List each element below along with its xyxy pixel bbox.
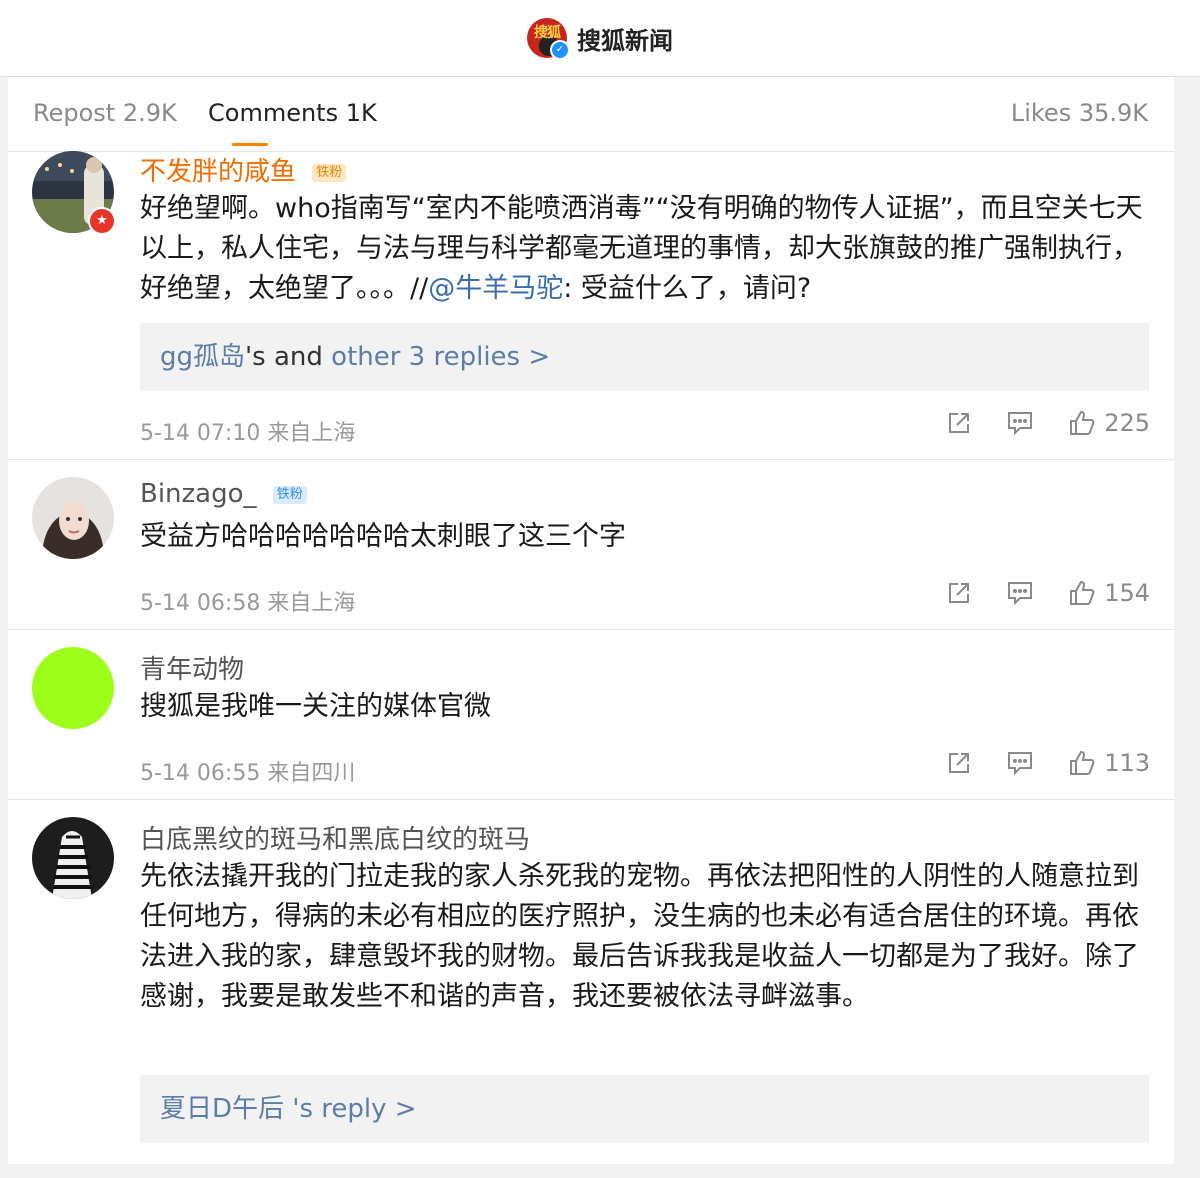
replies-preview[interactable]: 夏日D午后 's reply > [140,1075,1149,1143]
comment-time: 5-14 07:10 [140,421,261,446]
verified-icon: ✓ [550,40,570,60]
brand[interactable]: 搜狐 ✓ 搜狐新闻 [527,18,673,60]
share-button[interactable] [946,750,972,776]
like-count: 225 [1104,409,1150,437]
avatar[interactable] [32,817,114,899]
top-bar: 搜狐 ✓ 搜狐新闻 [0,0,1200,77]
comment-location: 来自上海 [267,591,356,616]
share-icon [949,753,970,773]
username-text: 不发胖的咸鱼 [140,157,297,187]
verified-badge-icon: ★ [88,207,116,235]
reply-link[interactable]: other 3 replies > [331,342,550,372]
fan-badge: 铁粉 [272,486,307,504]
tab-repost[interactable]: Repost 2.9K [33,99,177,127]
tab-comments[interactable]: Comments 1K [208,99,377,127]
brand-title: 搜狐新闻 [577,26,673,55]
comment-time: 5-14 06:58 [140,591,261,616]
username-text: Binzago_ [140,479,257,509]
comment-username[interactable]: 青年动物 [140,649,244,686]
scrollbar-track[interactable] [1174,77,1200,1164]
mention-link[interactable]: @牛羊马驼 [428,273,563,304]
like-button[interactable]: 154 [1068,579,1150,607]
share-icon [949,583,970,603]
comment-body-after: : 受益什么了，请问? [563,273,812,304]
share-icon [949,413,970,433]
tab-likes[interactable]: Likes 35.9K [1011,99,1148,127]
comment-icon [1008,582,1033,606]
like-icon [1070,410,1095,435]
comment-username[interactable]: 白底黑纹的斑马和黑底白纹的斑马 [140,819,530,856]
comment-button[interactable] [1006,750,1034,776]
comment-item: 青年动物 搜狐是我唯一关注的媒体官微 5-14 06:55 来自四川 113 [8,629,1174,800]
avatar[interactable] [32,477,114,559]
like-count: 154 [1104,579,1150,607]
comment-text: 搜狐是我唯一关注的媒体官微 [140,691,491,722]
comment-text: 好绝望啊。who指南写“室内不能喷洒消毒”“没有明确的物传人证据”，而且空关七天… [140,189,1150,309]
reply-mid: 's and [245,342,332,372]
avatar[interactable] [32,647,114,729]
sohu-logo: 搜狐 ✓ [527,18,570,60]
comment-username[interactable]: Binzago_ 铁粉 [140,479,307,509]
like-button[interactable]: 225 [1068,409,1150,437]
share-button[interactable] [946,580,972,606]
tab-bar: Repost 2.9K Comments 1K Likes 35.9K [8,77,1174,152]
share-button[interactable] [946,410,972,436]
comment-username[interactable]: 不发胖的咸鱼 铁粉 [140,151,347,188]
reply-user[interactable]: 夏日D午后 [160,1094,284,1124]
like-count: 113 [1104,749,1150,777]
comment-meta: 5-14 06:58 来自上海 [140,585,355,617]
comment-location: 来自上海 [267,421,356,446]
reply-user[interactable]: gg孤岛 [160,342,245,372]
comment-button[interactable] [1006,410,1034,436]
active-tab-indicator [232,143,268,146]
comment-actions: 113 [946,749,1150,777]
like-icon [1070,750,1095,775]
comment-meta: 5-14 07:10 来自上海 [140,415,355,447]
comment-icon [1008,752,1033,776]
comment-icon [1008,412,1033,436]
comment-item: Binzago_ 铁粉 受益方哈哈哈哈哈哈哈太刺眼了这三个字 5-14 06:5… [8,459,1174,630]
comment-meta: 5-14 06:55 来自四川 [140,755,355,787]
comment-actions: 225 [946,409,1150,437]
comment-button[interactable] [1006,580,1034,606]
like-button[interactable]: 113 [1068,749,1150,777]
fan-badge: 铁粉 [312,164,347,182]
like-icon [1070,580,1095,605]
comment-location: 来自四川 [267,761,356,786]
comment-text: 受益方哈哈哈哈哈哈哈太刺眼了这三个字 [140,521,626,552]
reply-link[interactable]: 's reply > [284,1094,416,1124]
replies-preview[interactable]: gg孤岛's and other 3 replies > [140,323,1149,391]
logo-text: 搜狐 [534,25,561,41]
comments-panel: Repost 2.9K Comments 1K Likes 35.9K ★ 不发… [8,77,1174,1164]
comment-time: 5-14 06:55 [140,761,261,786]
comment-text: 先依法撬开我的门拉走我的家人杀死我的宠物。再依法把阳性的人阴性的人随意拉到任何地… [140,861,1139,1012]
comment-actions: 154 [946,579,1150,607]
comment-item: 白底黑纹的斑马和黑底白纹的斑马 先依法撬开我的门拉走我的家人杀死我的宠物。再依法… [8,799,1174,1164]
comment-item: ★ 不发胖的咸鱼 铁粉 好绝望啊。who指南写“室内不能喷洒消毒”“没有明确的物… [8,151,1174,460]
